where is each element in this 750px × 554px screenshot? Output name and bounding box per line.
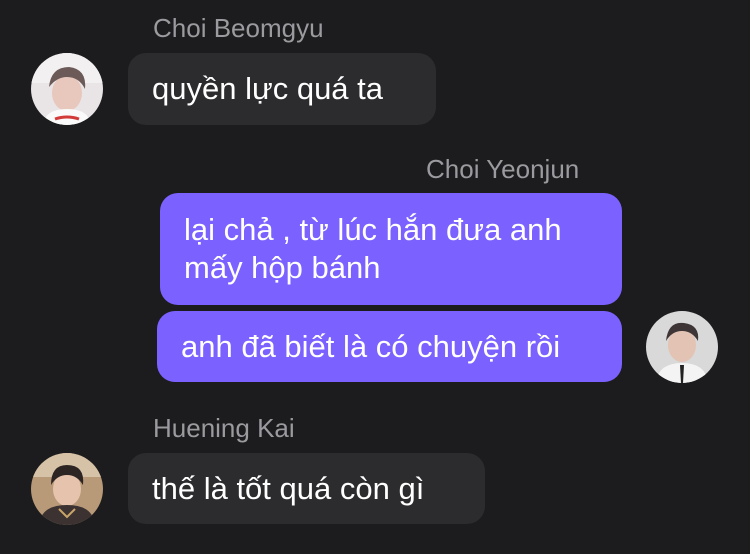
message-text-line: mấy hộp bánh xyxy=(184,250,381,285)
message-bubble[interactable]: anh đã biết là có chuyện rồi xyxy=(157,311,622,382)
message-text: quyền lực quá ta xyxy=(152,71,384,106)
avatar-beomgyu-icon[interactable] xyxy=(31,53,103,125)
message-text: thế là tốt quá còn gì xyxy=(152,471,425,506)
message-text-line: lại chả , từ lúc hắn đưa anh xyxy=(184,212,562,247)
sender-name: Choi Yeonjun xyxy=(426,154,580,184)
sender-name: Huening Kai xyxy=(153,413,295,443)
chat-thread: Choi Beomgyu quyền lực quá ta Choi Yeonj… xyxy=(0,0,750,554)
message-bubble[interactable]: quyền lực quá ta xyxy=(128,53,436,125)
message-bubble[interactable]: lại chả , từ lúc hắn đưa anh mấy hộp bán… xyxy=(160,193,622,305)
avatar-yeonjun-icon[interactable] xyxy=(646,311,718,383)
sender-name: Choi Beomgyu xyxy=(153,13,324,43)
message-bubble[interactable]: thế là tốt quá còn gì xyxy=(128,453,485,524)
message-text: anh đã biết là có chuyện rồi xyxy=(181,329,561,364)
avatar-hueningkai-icon[interactable] xyxy=(31,453,103,525)
